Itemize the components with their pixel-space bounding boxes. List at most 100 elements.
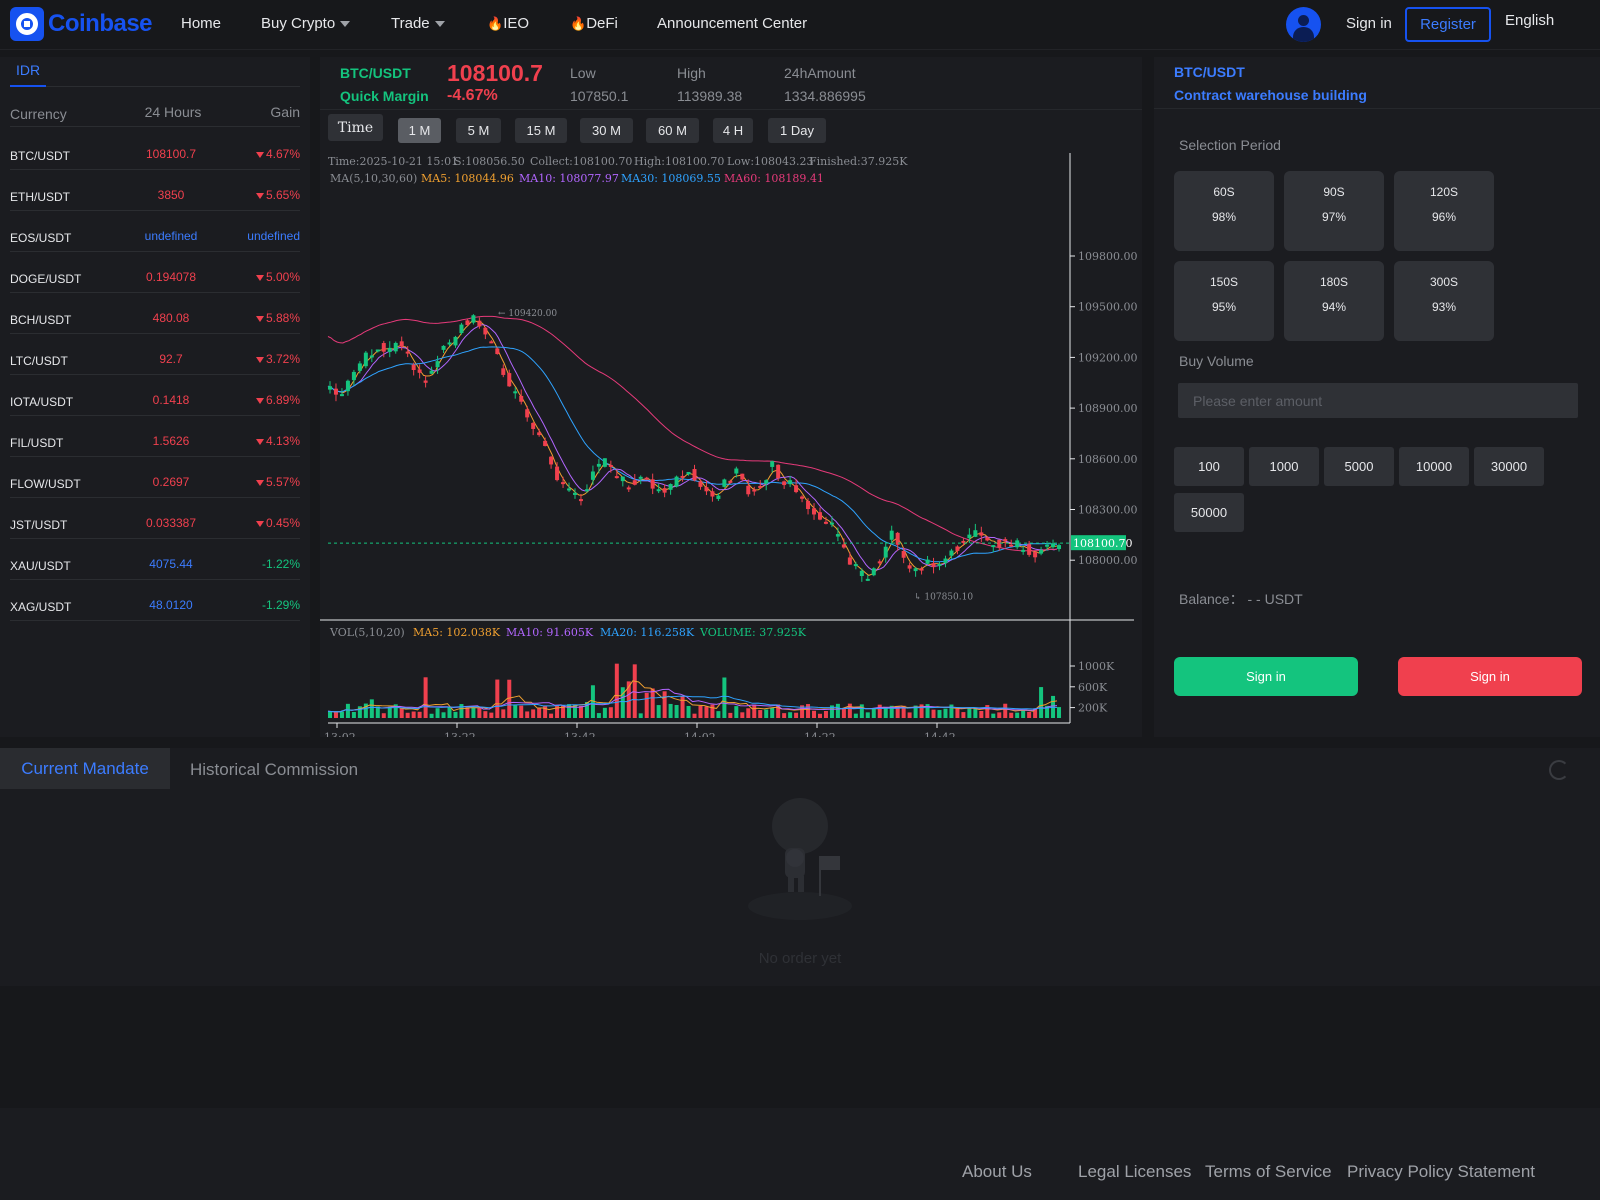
footer-terms-of-service[interactable]: Terms of Service — [1205, 1162, 1332, 1182]
tab-idr[interactable]: IDR — [10, 62, 47, 87]
volume-bar — [943, 708, 948, 718]
candle-body — [919, 568, 924, 571]
candle-body — [584, 489, 589, 492]
tab-15m[interactable]: 15 M — [515, 118, 567, 143]
candle-body — [1045, 544, 1050, 547]
amount-preset-button[interactable]: 5000 — [1324, 447, 1394, 486]
x-tick-label: 14:42 — [924, 731, 956, 737]
market-row[interactable]: ETH/USDT 3850 5.65% — [10, 170, 300, 211]
candle-body — [728, 480, 733, 483]
nav-defi-label: DeFi — [586, 15, 618, 32]
nav-defi[interactable]: 🔥DeFi — [570, 15, 618, 32]
market-row[interactable]: JST/USDT 0.033387 0.45% — [10, 498, 300, 539]
market-row[interactable]: XAU/USDT 4075.44 -1.22% — [10, 539, 300, 580]
order-panel: BTC/USDT Contract warehouse building Sel… — [1154, 57, 1600, 737]
footer-legal-licenses[interactable]: Legal Licenses — [1078, 1162, 1191, 1182]
candle-body — [399, 341, 404, 347]
nav-buy-crypto[interactable]: Buy Crypto — [261, 15, 351, 32]
nav-home[interactable]: Home — [181, 15, 221, 32]
amount-preset-button[interactable]: 1000 — [1249, 447, 1319, 486]
market-list-panel: IDR Currency 24 Hours Gain BTC/USDT 10810… — [0, 57, 310, 737]
down-arrow-icon — [255, 520, 264, 527]
volume-bar — [1009, 712, 1014, 718]
pair-gain: 0.45% — [255, 516, 300, 530]
market-row[interactable]: FLOW/USDT 0.2697 5.57% — [10, 457, 300, 498]
tab-time[interactable]: Time — [328, 114, 383, 141]
market-row[interactable]: IOTA/USDT 0.1418 6.89% — [10, 375, 300, 416]
tab-historical-commission[interactable]: Historical Commission — [190, 760, 358, 780]
tab-1m[interactable]: 1 M — [398, 118, 441, 143]
buy-down-button[interactable]: Sign in — [1398, 657, 1582, 696]
down-arrow-icon — [255, 315, 264, 322]
candle-body — [453, 336, 458, 346]
price-chart[interactable]: 108100.70 ← 109420.00 ↳ 107850.10 109800.0… — [320, 153, 1142, 737]
candle-body — [829, 522, 834, 525]
volume-bar — [351, 712, 356, 718]
volume-bar — [764, 709, 769, 718]
candle-body — [531, 422, 536, 429]
ma60-line — [327, 315, 1058, 552]
period-rate: 97% — [1321, 210, 1347, 224]
volume-bar — [519, 705, 524, 718]
tab-1-day[interactable]: 1 Day — [768, 118, 826, 143]
register-button[interactable]: Register — [1405, 7, 1491, 42]
market-tabs: IDR — [10, 62, 300, 87]
ma30-line — [327, 346, 1058, 563]
period-seconds: 120S — [1429, 185, 1459, 199]
period-option[interactable]: 150S 95% — [1174, 261, 1274, 341]
nav-announcement-center[interactable]: Announcement Center — [657, 15, 807, 32]
user-avatar-icon[interactable] — [1286, 7, 1321, 42]
tab-5m[interactable]: 5 M — [456, 118, 501, 143]
period-option[interactable]: 120S 96% — [1394, 171, 1494, 251]
candle-body — [596, 463, 601, 467]
footer-about-us[interactable]: About Us — [962, 1162, 1032, 1182]
nav-trade-label: Trade — [391, 15, 430, 32]
chevron-down-icon — [340, 21, 351, 28]
amount-preset-button[interactable]: 30000 — [1474, 447, 1544, 486]
amount-preset-button[interactable]: 50000 — [1174, 493, 1244, 532]
down-arrow-icon — [255, 192, 264, 199]
pair-name: XAU/USDT — [10, 559, 71, 573]
market-row[interactable]: LTC/USDT 92.7 3.72% — [10, 334, 300, 375]
buy-up-button[interactable]: Sign in — [1174, 657, 1358, 696]
period-option[interactable]: 60S 98% — [1174, 171, 1274, 251]
market-row[interactable]: EOS/USDT undefined undefined — [10, 211, 300, 252]
nav-home-label: Home — [181, 15, 222, 32]
refresh-icon[interactable] — [1549, 760, 1569, 780]
market-row[interactable]: DOGE/USDT 0.194078 5.00% — [10, 252, 300, 293]
pair-gain-value: 5.57% — [265, 475, 300, 489]
tab-4h[interactable]: 4 H — [713, 118, 753, 143]
nav-ieo[interactable]: 🔥IEO — [487, 15, 529, 32]
period-rate: 93% — [1431, 300, 1457, 314]
sign-in-link[interactable]: Sign in — [1346, 15, 1392, 32]
market-row[interactable]: XAG/USDT 48.0120 -1.29% — [10, 580, 300, 621]
tab-30m[interactable]: 30 M — [580, 118, 633, 143]
pair-gain: 5.57% — [255, 475, 300, 489]
volume-bar — [841, 708, 846, 718]
volume-bar — [525, 711, 530, 718]
period-option[interactable]: 300S 93% — [1394, 261, 1494, 341]
candle-body — [710, 491, 715, 497]
fire-icon: 🔥 — [487, 16, 504, 31]
order-subtitle: Contract warehouse building — [1174, 87, 1367, 103]
language-selector[interactable]: English — [1505, 12, 1554, 29]
candle-body — [477, 320, 482, 327]
amount-input[interactable] — [1178, 383, 1578, 418]
brand-logo[interactable]: Coinbase — [10, 7, 153, 41]
period-option[interactable]: 90S 97% — [1284, 171, 1384, 251]
candle-body — [465, 320, 470, 326]
tab-current-mandate[interactable]: Current Mandate — [0, 748, 170, 789]
market-row[interactable]: FIL/USDT 1.5626 4.13% — [10, 416, 300, 457]
footer-privacy-policy[interactable]: Privacy Policy Statement — [1347, 1162, 1535, 1182]
market-row[interactable]: BCH/USDT 480.08 5.88% — [10, 293, 300, 334]
low-marker: ↳ 107850.10 — [914, 593, 973, 603]
candle-body — [740, 473, 745, 480]
amount-preset-button[interactable]: 100 — [1174, 447, 1244, 486]
market-row[interactable]: BTC/USDT 108100.7 4.67% — [10, 129, 300, 170]
amount-preset-button[interactable]: 10000 — [1399, 447, 1469, 486]
period-option[interactable]: 180S 94% — [1284, 261, 1384, 341]
candle-body — [459, 324, 464, 334]
tab-60m[interactable]: 60 M — [646, 118, 699, 143]
astronaut-empty-icon — [748, 798, 852, 920]
nav-trade[interactable]: Trade — [391, 15, 445, 32]
